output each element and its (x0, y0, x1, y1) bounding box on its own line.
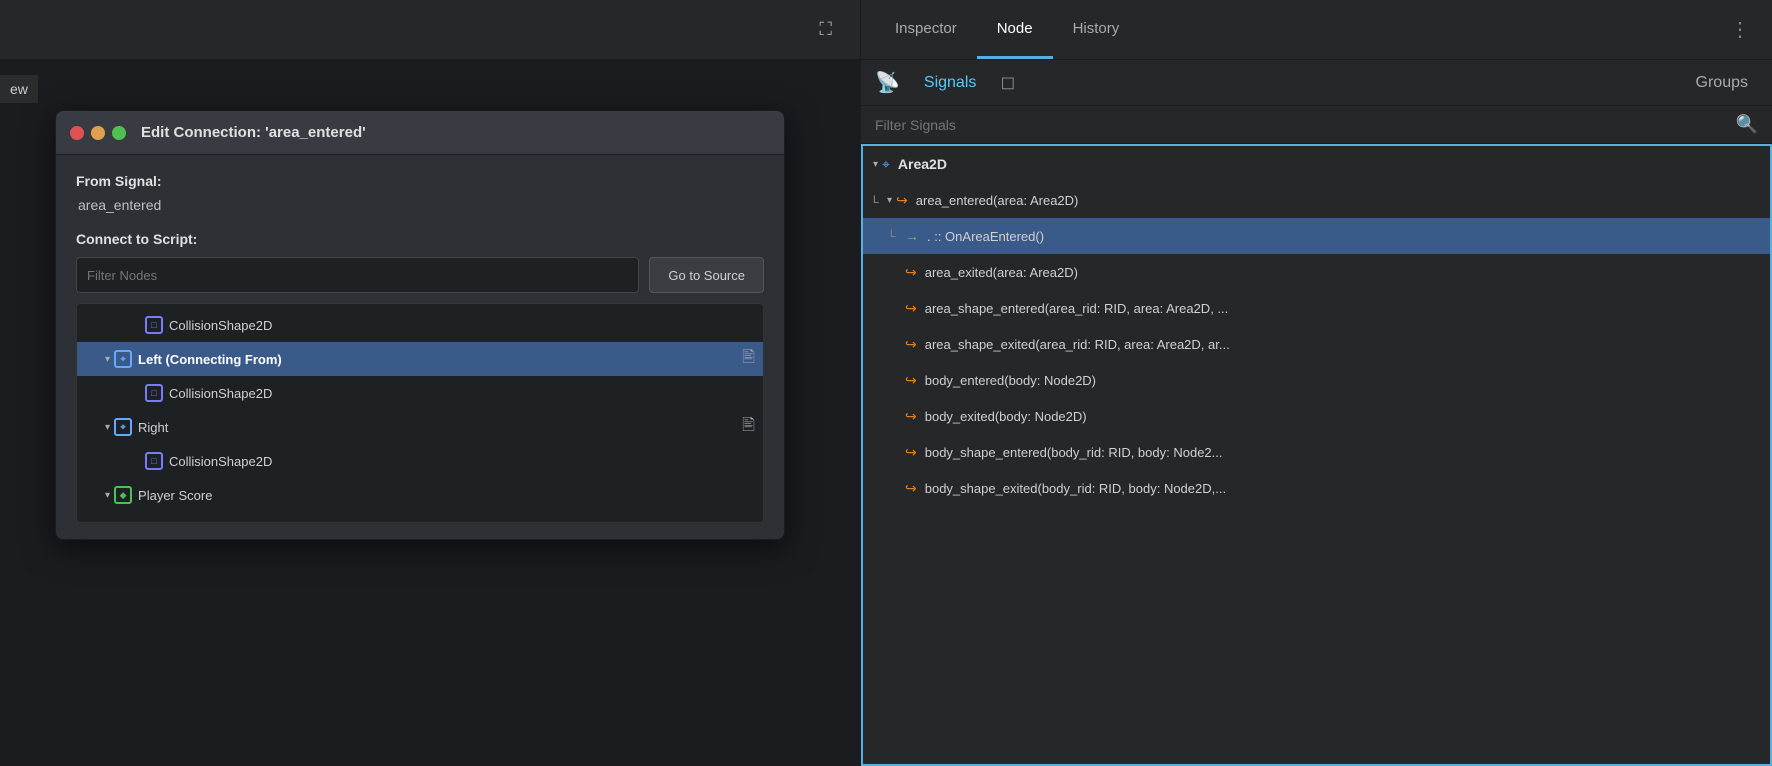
signals-bar: 📡 Signals ◻ Groups (861, 60, 1772, 106)
stree-item-body-shape-entered[interactable]: ↪ body_shape_entered(body_rid: RID, body… (863, 434, 1770, 470)
tree-item-label: Left (Connecting From) (138, 352, 282, 367)
tree-item-label: Right (138, 420, 168, 435)
stree-label: . :: OnAreaEntered() (927, 229, 1044, 244)
handler-icon: → (905, 228, 919, 244)
from-signal-value: area_entered (76, 197, 764, 213)
collision-icon: □ (145, 316, 163, 334)
collision-icon: □ (145, 452, 163, 470)
stree-label: body_shape_exited(body_rid: RID, body: N… (925, 481, 1226, 496)
stree-item-area-shape-exited[interactable]: ↪ area_shape_exited(area_rid: RID, area:… (863, 326, 1770, 362)
close-button[interactable] (70, 126, 84, 140)
signal-icon: ↪ (905, 372, 917, 389)
signal-icon: ↪ (896, 192, 908, 209)
stree-item-area-exited[interactable]: ↪ area_exited(area: Area2D) (863, 254, 1770, 290)
area2d-node-icon: ⌖ (882, 156, 890, 173)
signal-icon: ↪ (905, 480, 917, 497)
expand-icon[interactable]: ⛶ (819, 19, 832, 40)
edit-connection-dialog: Edit Connection: 'area_entered' From Sig… (55, 110, 785, 540)
stree-item-body-exited[interactable]: ↪ body_exited(body: Node2D) (863, 398, 1770, 434)
script-icon: 🖹 (742, 414, 755, 441)
signal-icon: ↪ (905, 408, 917, 425)
stree-item-area-shape-entered[interactable]: ↪ area_shape_entered(area_rid: RID, area… (863, 290, 1770, 326)
node-tree: □ CollisionShape2D ▾ ⌖ Left (Connecting … (76, 303, 764, 523)
search-icon[interactable]: 🔍 (1736, 114, 1758, 135)
tab-inspector[interactable]: Inspector (875, 0, 977, 59)
filter-nodes-input[interactable] (76, 257, 639, 293)
top-bar: ew ⛶ (0, 0, 860, 60)
signals-tab-label[interactable]: Signals (924, 74, 976, 92)
dots-menu-icon[interactable]: ⋮ (1722, 17, 1758, 42)
green-node-icon: ◆ (114, 486, 132, 504)
tree-item-label: CollisionShape2D (169, 454, 272, 469)
signal-icon: ↪ (905, 444, 917, 461)
stree-label: body_entered(body: Node2D) (925, 373, 1096, 388)
stree-arrow: ▾ (873, 159, 878, 170)
rss-icon: 📡 (875, 70, 900, 95)
stree-label: area_exited(area: Area2D) (925, 265, 1078, 280)
connect-to-script-label: Connect to Script: (76, 231, 764, 247)
tab-history[interactable]: History (1053, 0, 1140, 59)
stree-item-area2d[interactable]: ▾ ⌖ Area2D (863, 146, 1770, 182)
stree-label: Area2D (898, 156, 947, 172)
tree-item[interactable]: □ CollisionShape2D (77, 308, 763, 342)
stree-label: area_shape_entered(area_rid: RID, area: … (925, 301, 1229, 316)
collision-icon: □ (145, 384, 163, 402)
groups-icon: ◻ (1000, 72, 1015, 93)
dialog-title: Edit Connection: 'area_entered' (141, 124, 366, 141)
tree-item[interactable]: □ CollisionShape2D (77, 376, 763, 410)
stree-label: body_shape_entered(body_rid: RID, body: … (925, 445, 1223, 460)
stree-label: body_exited(body: Node2D) (925, 409, 1087, 424)
tree-item-label: CollisionShape2D (169, 318, 272, 333)
area2d-icon: ⌖ (114, 418, 132, 436)
tree-item-left[interactable]: ▾ ⌖ Left (Connecting From) 🖹 (77, 342, 763, 376)
tab-node[interactable]: Node (977, 0, 1053, 59)
tree-arrow: ▾ (105, 422, 110, 433)
goto-source-button[interactable]: Go to Source (649, 257, 764, 293)
right-panel: Inspector Node History ⋮ 📡 Signals ◻ Gro… (860, 0, 1772, 766)
tree-item-player-score[interactable]: ▾ ◆ Player Score (77, 478, 763, 512)
groups-tab-label[interactable]: Groups (1696, 74, 1748, 92)
from-signal-label: From Signal: (76, 173, 764, 189)
tree-arrow: ▾ (105, 354, 110, 365)
minimize-button[interactable] (91, 126, 105, 140)
stree-item-on-area-entered[interactable]: └ → . :: OnAreaEntered() (863, 218, 1770, 254)
signal-icon: ↪ (905, 300, 917, 317)
dialog-titlebar: Edit Connection: 'area_entered' (56, 111, 784, 155)
left-area: ew ⛶ Edit Connection: 'area_entered' Fro… (0, 0, 860, 766)
tree-item-label: CollisionShape2D (169, 386, 272, 401)
stree-arrow: ▾ (887, 195, 892, 206)
filter-signals-row: 🔍 (861, 106, 1772, 144)
filter-signals-input[interactable] (875, 117, 1736, 133)
panel-header: Inspector Node History ⋮ (861, 0, 1772, 60)
signal-tree: ▾ ⌖ Area2D L ▾ ↪ area_entered(area: Area… (861, 144, 1772, 766)
maximize-button[interactable] (112, 126, 126, 140)
stree-label: area_shape_exited(area_rid: RID, area: A… (925, 337, 1230, 352)
script-icon: 🖹 (742, 346, 755, 373)
filter-row: Go to Source (76, 257, 764, 293)
tree-item-right[interactable]: ▾ ⌖ Right 🖹 (77, 410, 763, 444)
tree-arrow: ▾ (105, 490, 110, 501)
stree-item-body-shape-exited[interactable]: ↪ body_shape_exited(body_rid: RID, body:… (863, 470, 1770, 506)
stree-label: area_entered(area: Area2D) (916, 193, 1079, 208)
tree-item[interactable]: □ CollisionShape2D (77, 444, 763, 478)
signal-icon: ↪ (905, 336, 917, 353)
stree-item-area-entered[interactable]: L ▾ ↪ area_entered(area: Area2D) (863, 182, 1770, 218)
view-label: ew (0, 75, 38, 103)
dialog-body: From Signal: area_entered Connect to Scr… (56, 155, 784, 539)
tree-item-label: Player Score (138, 488, 212, 503)
stree-item-body-entered[interactable]: ↪ body_entered(body: Node2D) (863, 362, 1770, 398)
signal-icon: ↪ (905, 264, 917, 281)
area2d-icon: ⌖ (114, 350, 132, 368)
